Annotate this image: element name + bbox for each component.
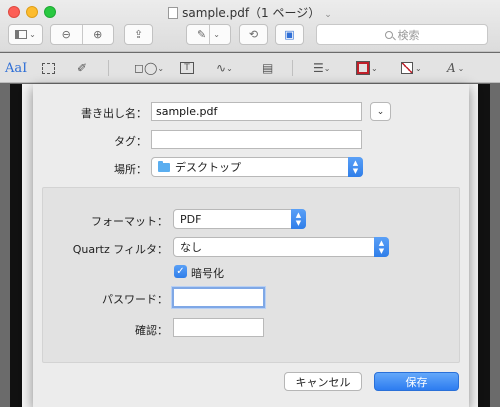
zoom-buttons: ⊖ ⊕ xyxy=(50,24,114,45)
border-color-icon xyxy=(356,61,370,75)
password-label: パスワード： xyxy=(102,293,168,306)
signature-icon: ∿ xyxy=(216,61,227,75)
text-selection-tool[interactable]: AaI xyxy=(5,59,27,77)
encrypt-label: 暗号化 xyxy=(191,267,224,280)
text-style-tool[interactable]: A ⌄ xyxy=(447,59,464,77)
zoom-in-icon: ⊕ xyxy=(93,28,103,41)
zoom-in-button[interactable]: ⊕ xyxy=(83,28,114,41)
sketch-icon: ✐ xyxy=(77,61,88,75)
checkmark-icon: ✓ xyxy=(176,266,185,277)
text-box-icon: T xyxy=(180,62,194,74)
search-placeholder: 検索 xyxy=(397,28,420,42)
note-tool[interactable]: ▤ xyxy=(262,59,273,77)
rect-selection-icon xyxy=(42,62,55,74)
chevron-down-icon: ⌄ xyxy=(371,63,378,73)
zoom-out-icon: ⊖ xyxy=(61,28,71,41)
where-popup[interactable]: デスクトップ ▲ ▼ xyxy=(151,157,363,177)
chevron-down-icon: ⌄ xyxy=(324,10,332,20)
tags-field[interactable] xyxy=(151,130,362,149)
popup-arrows-icon: ▲ ▼ xyxy=(348,157,363,177)
export-as-field[interactable]: sample.pdf xyxy=(151,102,362,121)
sketch-tool[interactable]: ✐ xyxy=(77,59,87,77)
export-sheet: 書き出し名： sample.pdf ⌄ タグ： 場所： デスクトップ ▲ ▼ フォ… xyxy=(33,84,469,407)
divider xyxy=(108,60,109,76)
sidebar-view-button[interactable]: ⌄ xyxy=(8,24,43,45)
where-label: 場所： xyxy=(114,163,147,176)
shapes-tool[interactable]: ◻︎◯ ⌄ xyxy=(134,59,164,77)
divider xyxy=(209,25,211,44)
rect-selection-tool[interactable] xyxy=(42,59,55,77)
share-icon: ⇪ xyxy=(133,28,144,41)
folder-icon xyxy=(158,160,170,172)
line-style-icon: ☰ xyxy=(313,61,324,75)
fill-color-tool[interactable]: ⌄ xyxy=(401,59,422,77)
save-button[interactable]: 保存 xyxy=(374,372,459,391)
window-titlebar: sample.pdf（1 ページ） ⌄ ⌄ ⊖ ⊕ ⇪ ✎ ⌄ ⟲ ▣ 検索 xyxy=(0,0,500,52)
password-field[interactable] xyxy=(172,287,265,308)
fill-color-icon xyxy=(401,62,413,74)
chevron-down-icon: ⌄ xyxy=(323,63,331,73)
chevron-down-icon: ⌄ xyxy=(415,63,422,73)
export-as-label: 書き出し名： xyxy=(81,107,147,120)
signature-tool[interactable]: ∿ ⌄ xyxy=(216,59,233,77)
chevron-down-icon: ⌄ xyxy=(376,106,385,117)
pen-icon: ✎ xyxy=(197,28,207,41)
markup-toolbar: AaI ✐ ◻︎◯ ⌄ T ∿ ⌄ ▤ ☰ ⌄ ⌄ ⌄ A ⌄ xyxy=(0,53,500,83)
encrypt-checkbox[interactable]: ✓ xyxy=(174,265,187,278)
chevron-down-icon: ⌄ xyxy=(157,63,165,73)
share-button[interactable]: ⇪ xyxy=(124,24,153,45)
format-value: PDF xyxy=(180,212,202,226)
toolbox-icon: ▣ xyxy=(284,28,295,41)
divider xyxy=(292,60,293,76)
rotate-icon: ⟲ xyxy=(248,28,259,41)
popup-arrows-icon: ▲ ▼ xyxy=(291,209,306,229)
quartz-filter-value: なし xyxy=(180,241,202,254)
highlight-button[interactable]: ✎ ⌄ xyxy=(186,24,231,45)
format-label: フォーマット： xyxy=(91,215,168,228)
format-popup[interactable]: PDF ▲ ▼ xyxy=(173,209,306,229)
document-image-strip xyxy=(10,84,22,407)
tags-label: タグ： xyxy=(114,135,147,148)
where-value: デスクトップ xyxy=(175,161,241,174)
text-selection-tool-label: AaI xyxy=(5,60,28,76)
markup-toolbox-button[interactable]: ▣ xyxy=(275,24,304,45)
popup-arrows-icon: ▲ ▼ xyxy=(374,237,389,257)
border-color-tool[interactable]: ⌄ xyxy=(356,59,378,77)
text-box-tool[interactable]: T xyxy=(180,59,194,77)
chevron-down-icon: ⌄ xyxy=(226,63,233,73)
shapes-icon: ◻︎◯ xyxy=(134,61,158,75)
document-image-strip xyxy=(478,84,490,407)
expand-browser-button[interactable]: ⌄ xyxy=(370,102,391,121)
zoom-out-button[interactable]: ⊖ xyxy=(51,28,82,41)
note-icon: ▤ xyxy=(262,61,274,75)
verify-field[interactable] xyxy=(173,318,264,337)
quartz-filter-label: Quartz フィルタ： xyxy=(72,243,168,256)
verify-label: 確認： xyxy=(135,324,168,337)
sidebar-icon xyxy=(15,30,28,39)
chevron-down-icon: ⌄ xyxy=(457,63,465,73)
search-field[interactable]: 検索 xyxy=(316,24,488,45)
line-style-tool[interactable]: ☰ ⌄ xyxy=(313,59,330,77)
text-style-icon: A xyxy=(447,61,456,75)
window-title-text: sample.pdf（1 ページ） xyxy=(182,6,321,20)
chevron-down-icon: ⌄ xyxy=(213,30,220,39)
document-icon xyxy=(168,7,179,19)
search-icon xyxy=(384,30,393,39)
chevron-down-icon: ⌄ xyxy=(29,30,36,39)
options-panel: フォーマット： PDF ▲ ▼ Quartz フィルタ： なし ▲ ▼ ✓ 暗号化 … xyxy=(42,187,460,363)
window-title[interactable]: sample.pdf（1 ページ） ⌄ xyxy=(0,4,500,21)
rotate-button[interactable]: ⟲ xyxy=(239,24,268,45)
cancel-button[interactable]: キャンセル xyxy=(284,372,362,391)
quartz-filter-popup[interactable]: なし ▲ ▼ xyxy=(173,237,389,257)
